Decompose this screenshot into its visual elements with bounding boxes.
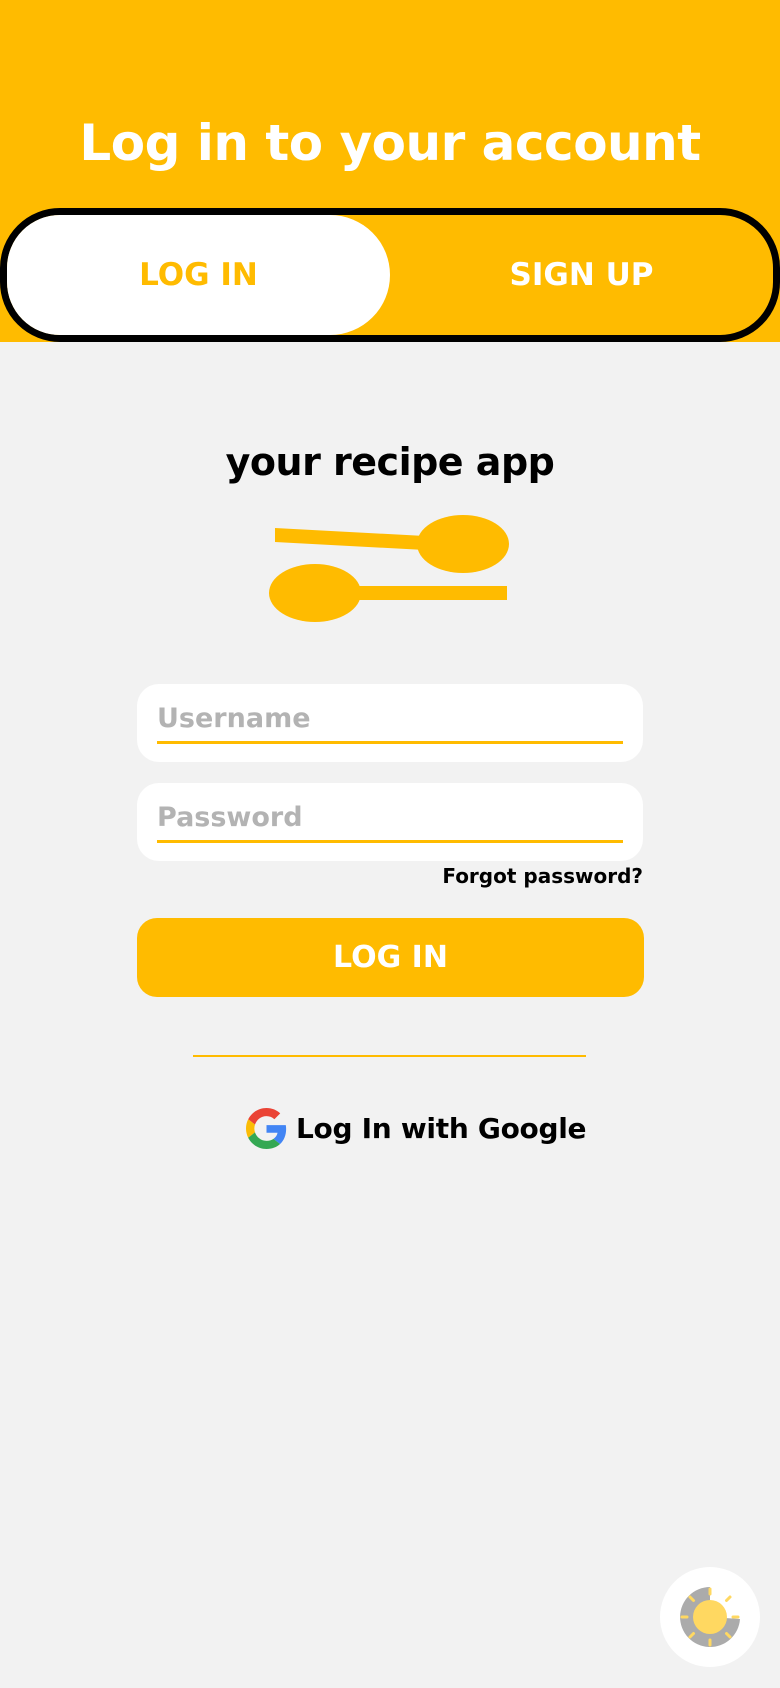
page-title: Log in to your account [79,114,701,172]
username-field [137,684,643,762]
google-login-button[interactable]: Log In with Google [246,1106,586,1150]
theme-toggle-button[interactable] [660,1567,760,1667]
password-field [137,783,643,861]
auth-tabs: LOG IN SIGN UP [0,208,780,342]
google-login-label: Log In with Google [296,1111,587,1145]
app-name: your recipe app [225,440,555,484]
divider [193,1055,586,1057]
password-input[interactable] [157,795,623,843]
username-input[interactable] [157,696,623,744]
tab-login[interactable]: LOG IN [7,215,390,335]
login-button[interactable]: LOG IN [137,918,644,997]
sun-moon-icon [680,1587,740,1647]
spoons-icon [269,515,509,622]
forgot-password-link[interactable]: Forgot password? [442,864,643,888]
tab-signup[interactable]: SIGN UP [390,215,773,335]
google-icon [246,1107,287,1149]
